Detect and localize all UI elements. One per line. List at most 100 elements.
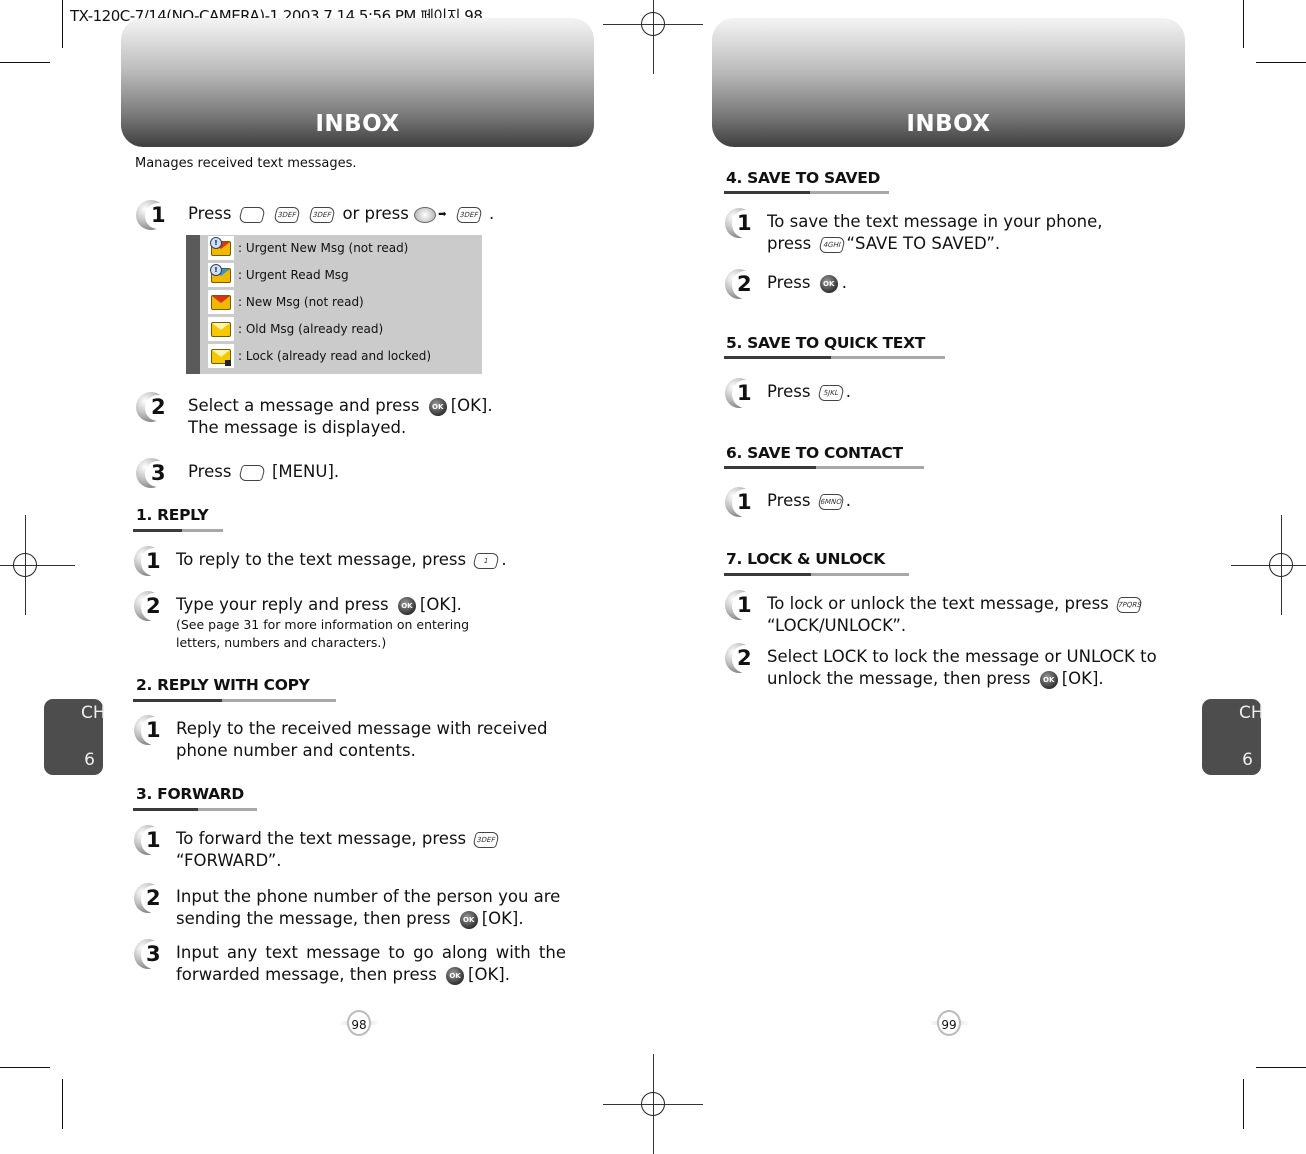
step-number-badge: 3 [134,939,172,969]
reply-with-copy-step-1: 1 Reply to the received message with rec… [134,715,548,762]
intro-text: Manages received text messages. [135,156,357,171]
urgent-read-msg-icon: ! [208,263,234,287]
legend-item: : Lock (already read and locked) [208,344,431,368]
step-3: 3 Press [MENU]. [136,458,339,488]
section-underline [724,356,945,359]
key-4-icon: 4GHI [817,236,846,253]
step-text: Press [188,204,232,223]
section-underline [133,699,336,702]
arrow-right-icon: ➡ [438,208,447,220]
menu-key-icon [237,464,266,481]
ok-key-icon: OK [446,966,465,985]
key-6-icon: 6MNO [816,493,845,510]
section-underline [724,191,889,194]
crop-mark [62,1079,63,1129]
crop-mark [1256,62,1306,63]
crop-mark [0,62,50,63]
save-to-contact-step-1: 1 Press 6MNO. [725,487,851,517]
step-number-badge: 2 [725,269,763,299]
chapter-tab: CH 6 [1202,699,1264,775]
note-text: (See page 31 for more information on ent… [176,617,470,632]
step-number-badge: 1 [136,200,176,230]
ok-key-icon: OK [819,274,838,293]
save-to-saved-step-2: 2 Press OK. [725,269,847,299]
save-to-quick-text-step-1: 1 Press 5JKL. [725,378,851,408]
step-number-badge: 2 [134,591,172,621]
crop-mark [1243,1079,1244,1129]
key-3-icon: 3DEF [454,206,483,223]
registration-mark-top [603,0,703,74]
section-underline [133,808,257,811]
key-7-icon: 7PQRS [1114,596,1144,613]
section-underline [724,466,924,469]
step-number-badge: 1 [725,378,763,408]
section-underline [724,573,909,576]
ok-key-icon: OK [1039,670,1058,689]
step-number-badge: 2 [134,883,172,913]
key-3-icon: 3DEF [472,831,501,848]
section-heading: 5. SAVE TO QUICK TEXT [726,334,925,352]
step-1: 1 Press 3DEF 3DEF or press ➡ 3DEF . [136,200,494,230]
lock-msg-icon [208,344,234,368]
legend-bar [186,235,200,374]
step-text: . [488,204,495,223]
section-heading: 3. FORWARD [136,785,244,803]
legend-item: ! : Urgent New Msg (not read) [208,236,408,260]
registration-mark-right [1231,515,1306,615]
crop-mark [0,1067,50,1068]
right-page-banner: INBOX [712,18,1185,147]
step-number-badge: 3 [136,458,176,488]
step-2: 2 Select a message and press OK [OK]. The… [136,392,493,439]
crop-mark [1256,1067,1306,1068]
step-number-badge: 2 [136,392,176,422]
crop-mark [62,0,63,48]
section-heading: 2. REPLY WITH COPY [136,676,310,694]
key-5-icon: 5JKL [816,384,845,401]
menu-key-icon [237,206,266,223]
legend-item: ! : Urgent Read Msg [208,263,349,287]
forward-step-3: 3 Input any text message to go along wit… [134,939,566,986]
step-number-badge: 2 [725,643,763,673]
note-text: letters, numbers and characters.) [176,635,387,650]
step-number-badge: 1 [725,590,763,620]
legend-item: : New Msg (not read) [208,290,364,314]
page-number: 98 [339,1010,379,1036]
key-1-icon: 1 [472,552,501,569]
nav-key-icon [414,206,437,223]
registration-mark-bottom [603,1054,703,1154]
section-heading: 7. LOCK & UNLOCK [726,550,885,568]
ok-key-icon: OK [459,910,478,929]
forward-step-1: 1 To forward the text message, press 3DE… [134,825,501,872]
page-number: 99 [929,1010,969,1036]
step-number-badge: 1 [134,825,172,855]
step-number-badge: 1 [134,715,172,745]
reply-step-2: 2 Type your reply and press OK [OK]. (See… [134,591,469,652]
section-heading: 1. REPLY [136,506,209,524]
legend-item: : Old Msg (already read) [208,317,383,341]
message-icon-legend: ! : Urgent New Msg (not read) ! : Urgent… [186,235,482,374]
page-title: INBOX [315,111,400,137]
key-3-icon: 3DEF [272,206,302,223]
reply-step-1: 1 To reply to the text message, press 1. [134,546,507,576]
new-msg-icon [208,290,234,314]
ok-key-icon: OK [397,596,416,615]
urgent-new-msg-icon: ! [208,236,234,260]
left-page-banner: INBOX [121,18,594,147]
lock-unlock-step-2: 2 Select LOCK to lock the message or UNL… [725,643,1157,690]
key-3-icon: 3DEF [308,206,337,223]
section-underline [133,529,223,532]
lock-unlock-step-1: 1 To lock or unlock the text message, pr… [725,590,1144,637]
page-title: INBOX [906,111,991,137]
chapter-tab: CH 6 [44,699,106,775]
forward-step-2: 2 Input the phone number of the person y… [134,883,560,930]
step-text: or press [342,204,409,223]
step-number-badge: 1 [725,208,763,238]
ok-key-icon: OK [428,397,447,416]
step-number-badge: 1 [134,546,172,576]
old-msg-icon [208,317,234,341]
save-to-saved-step-1: 1 To save the text message in your phone… [725,208,1103,255]
section-heading: 6. SAVE TO CONTACT [726,444,903,462]
section-heading: 4. SAVE TO SAVED [726,169,881,187]
crop-mark [1243,0,1244,48]
step-number-badge: 1 [725,487,763,517]
